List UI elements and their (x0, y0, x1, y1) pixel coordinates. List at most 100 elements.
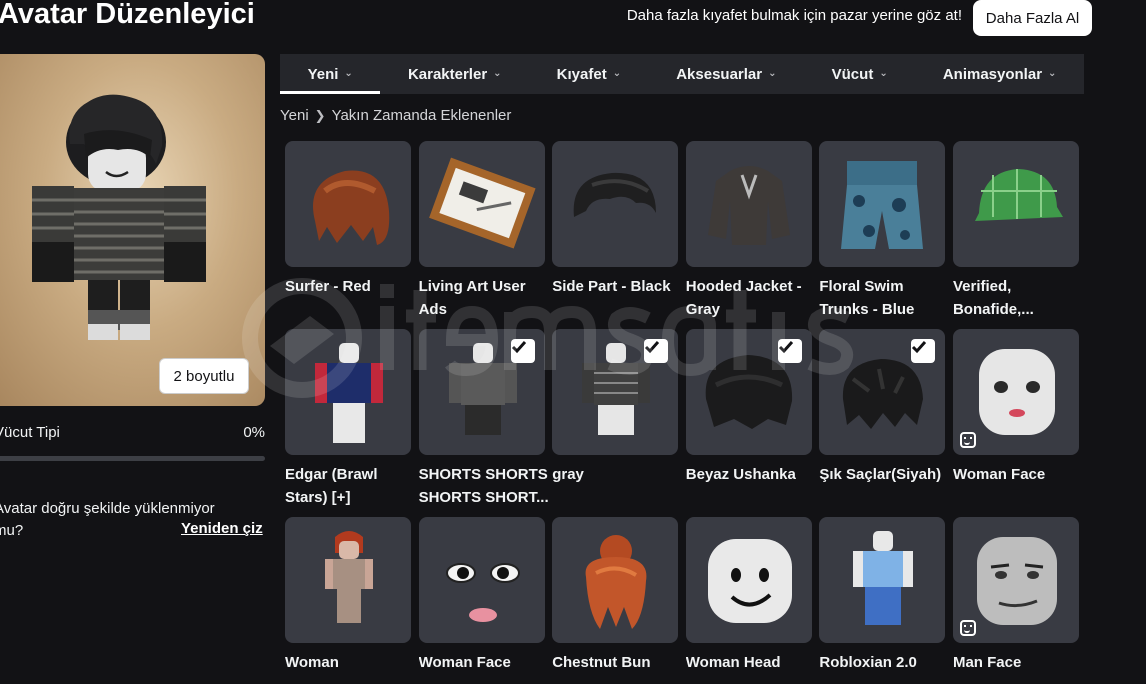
dynamic-face-icon (959, 620, 976, 636)
item-thumbnail[interactable] (418, 329, 545, 455)
checkmark-icon[interactable] (911, 339, 936, 363)
item-thumbnail[interactable] (285, 141, 411, 267)
item-thumbnail[interactable] (952, 141, 1079, 267)
tab-1[interactable]: Karakterler ⌄ (380, 54, 529, 94)
item-name[interactable]: Şık Saçlar(Siyah) (819, 463, 949, 486)
item-name[interactable]: Surfer - Red (285, 275, 415, 298)
item-card[interactable]: Chestnut Bun (552, 517, 679, 684)
item-card[interactable]: Şık Saçlar(Siyah) (819, 329, 946, 517)
tab-label: Animasyonlar (942, 65, 1043, 83)
item-image (585, 535, 647, 629)
item-thumbnail[interactable] (685, 517, 812, 643)
chevron-down-icon: ⌄ (1048, 67, 1057, 79)
item-name[interactable]: Woman Face (419, 651, 549, 674)
item-grid: Surfer - Red Living Art User Ads Side Part… (285, 141, 1085, 684)
item-thumbnail[interactable] (952, 329, 1079, 455)
item-image (974, 169, 1063, 221)
chevron-down-icon: ⌄ (768, 67, 777, 79)
item-card[interactable]: Floral Swim Trunks - Blue (819, 141, 946, 329)
item-image (707, 166, 790, 245)
item-image (325, 531, 373, 623)
redraw-link[interactable]: Yeniden çiz (181, 520, 263, 537)
item-card[interactable]: Robloxian 2.0 (819, 517, 946, 684)
item-thumbnail[interactable] (819, 329, 946, 455)
item-image (707, 539, 792, 623)
body-type-label: Vücut Tipi (0, 424, 60, 441)
item-card[interactable]: SHORTS SHORTS SHORTS SHORT... (418, 329, 549, 517)
body-type-slider[interactable] (0, 456, 265, 461)
item-name[interactable]: gray (552, 463, 682, 486)
tab-5[interactable]: Animasyonlar ⌄ (915, 54, 1084, 94)
item-image (841, 161, 924, 249)
tab-label: Yeni (307, 65, 339, 83)
breadcrumb-current: Yakın Zamanda Eklenenler (331, 107, 512, 124)
item-card[interactable]: Woman Face (952, 329, 1079, 517)
item-card[interactable]: Living Art User Ads (418, 141, 545, 329)
breadcrumb-root[interactable]: Yeni (280, 107, 309, 124)
page-title: Avatar Düzenleyici (0, 0, 255, 30)
item-name[interactable]: Man Face (953, 651, 1083, 674)
promo-text: Daha fazla kıyafet bulmak için pazar yer… (626, 7, 962, 24)
item-card[interactable]: gray (552, 329, 679, 517)
2d-toggle-button[interactable]: 2 boyutlu (159, 358, 249, 394)
item-thumbnail[interactable] (285, 329, 411, 455)
item-name[interactable]: Side Part - Black (552, 275, 682, 298)
item-thumbnail[interactable] (552, 141, 679, 267)
item-name[interactable]: Beyaz Ushanka (686, 463, 816, 486)
tab-3[interactable]: Aksesuarlar ⌄ (649, 54, 804, 94)
tab-4[interactable]: Vücut ⌄ (804, 54, 915, 94)
item-card[interactable]: Side Part - Black (552, 141, 679, 329)
item-thumbnail[interactable] (685, 329, 812, 455)
item-card[interactable]: Woman Face (418, 517, 545, 684)
item-thumbnail[interactable] (819, 517, 946, 643)
item-name[interactable]: Woman Head (686, 651, 816, 674)
tab-0[interactable]: Yeni ⌄ (280, 54, 381, 94)
item-thumbnail[interactable] (285, 517, 411, 643)
tab-2[interactable]: Kıyafet ⌄ (529, 54, 649, 94)
item-image (315, 343, 383, 443)
checkmark-icon[interactable] (777, 339, 802, 363)
item-card[interactable]: Verified, Bonafide,... (952, 141, 1079, 329)
item-name[interactable]: Hooded Jacket - Gray (686, 275, 816, 321)
checkmark-icon[interactable] (510, 339, 535, 363)
item-card[interactable]: Hooded Jacket - Gray (685, 141, 812, 329)
avatar-render (32, 94, 206, 340)
item-thumbnail[interactable] (418, 517, 545, 643)
item-name[interactable]: SHORTS SHORTS SHORTS SHORT... (419, 463, 549, 509)
get-more-button[interactable]: Daha Fazla Al (973, 0, 1092, 36)
tab-label: Karakterler (407, 65, 488, 83)
tab-label: Kıyafet (556, 65, 607, 83)
item-name[interactable]: Edgar (Brawl Stars) [+] (285, 463, 415, 509)
chevron-right-icon: ❯ (314, 107, 326, 123)
item-card[interactable]: Edgar (Brawl Stars) [+] (285, 329, 411, 517)
chevron-down-icon: ⌄ (344, 67, 353, 79)
item-card[interactable]: Surfer - Red (285, 141, 411, 329)
item-name[interactable]: Living Art User Ads (419, 275, 549, 321)
chevron-down-icon: ⌄ (612, 67, 622, 79)
tab-label: Vücut (831, 65, 874, 83)
item-image (313, 170, 390, 245)
item-thumbnail[interactable] (552, 329, 679, 455)
item-image (445, 563, 520, 622)
item-name[interactable]: Verified, Bonafide,... (953, 275, 1083, 321)
checkmark-icon[interactable] (644, 339, 669, 363)
avatar-preview[interactable]: 2 boyutlu (0, 54, 265, 406)
item-card[interactable]: Man Face (952, 517, 1079, 684)
item-card[interactable]: Woman (285, 517, 411, 684)
item-card[interactable]: Woman Head (685, 517, 812, 684)
item-thumbnail[interactable] (952, 517, 1079, 643)
item-thumbnail[interactable] (552, 517, 679, 643)
item-name[interactable]: Woman (285, 651, 415, 674)
breadcrumb: Yeni ❯ Yakın Zamanda Eklenenler (280, 107, 511, 124)
item-name[interactable]: Chestnut Bun (552, 651, 682, 674)
item-name[interactable]: Floral Swim Trunks - Blue (819, 275, 949, 321)
item-name[interactable]: Woman Face (953, 463, 1083, 486)
chevron-down-icon: ⌄ (879, 67, 888, 79)
item-thumbnail[interactable] (685, 141, 812, 267)
item-name[interactable]: Robloxian 2.0 (819, 651, 949, 674)
chevron-down-icon: ⌄ (493, 67, 502, 79)
item-image (428, 157, 536, 249)
item-thumbnail[interactable] (418, 141, 545, 267)
item-thumbnail[interactable] (819, 141, 946, 267)
item-card[interactable]: Beyaz Ushanka (685, 329, 812, 517)
